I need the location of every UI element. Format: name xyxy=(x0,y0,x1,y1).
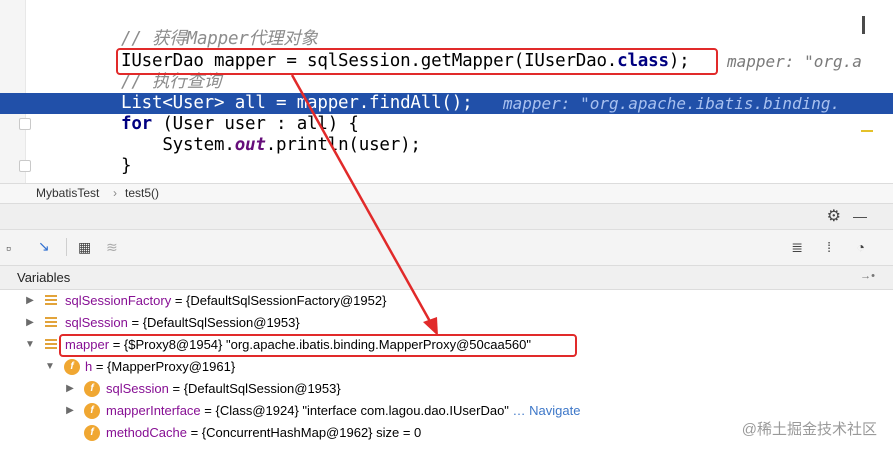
variable-row[interactable]: ▶ f sqlSession = {DefaultSqlSession@1953… xyxy=(0,378,893,400)
field-icon: f xyxy=(64,359,80,375)
frame-icon[interactable]: ▫ xyxy=(6,240,11,256)
restore-layout-icon[interactable]: ◔ xyxy=(857,239,865,255)
navigate-link[interactable]: … Navigate xyxy=(509,403,581,418)
breadcrumb-separator: › xyxy=(113,186,117,200)
trace-icon[interactable]: ≋ xyxy=(106,239,118,255)
pin-icon[interactable]: →• xyxy=(860,270,875,282)
inline-debug-value: mapper: "org.apache.ibatis.binding. xyxy=(503,94,841,113)
threads-icon[interactable]: ⁞ xyxy=(827,239,831,255)
variable-text: sqlSession = {DefaultSqlSession@1953} xyxy=(65,315,300,330)
variable-text: h = {MapperProxy@1961} xyxy=(85,359,236,374)
toolbar-divider xyxy=(66,238,67,256)
debug-toolbar: ▫ ↘ ▦ ≋ ≣ ⁞ ◔ xyxy=(0,230,893,266)
breadcrumb-method[interactable]: test5() xyxy=(125,184,159,203)
variable-icon xyxy=(45,295,57,307)
variable-row-h[interactable]: ▼ f h = {MapperProxy@1961} xyxy=(0,356,893,378)
field-icon: f xyxy=(84,425,100,441)
editor-scroll-marker[interactable] xyxy=(862,16,865,34)
field-icon: f xyxy=(84,403,100,419)
variable-text: sqlSessionFactory = {DefaultSqlSessionFa… xyxy=(65,293,387,308)
collapse-arrow-icon[interactable]: ▼ xyxy=(24,334,36,356)
expand-arrow-icon[interactable]: ▶ xyxy=(64,400,76,422)
list-icon[interactable]: ≣ xyxy=(791,239,803,255)
code-comment: // 执行查询 xyxy=(121,72,222,92)
variable-text: mapperInterface = {Class@1924} "interfac… xyxy=(106,403,581,418)
step-into-icon[interactable]: ↘ xyxy=(38,238,50,254)
field-icon: f xyxy=(84,381,100,397)
code-text: List<User> all = mapper.findAll(); xyxy=(121,93,473,113)
code-text: } xyxy=(121,156,132,176)
expand-arrow-icon[interactable]: ▶ xyxy=(24,290,36,312)
debug-panel-header: ⚙ — xyxy=(0,204,893,230)
collapse-arrow-icon[interactable]: ▼ xyxy=(44,356,56,378)
code-line-comment: // 获得Mapper代理对象 xyxy=(0,29,893,50)
evaluate-table-icon[interactable]: ▦ xyxy=(78,239,91,255)
minimize-icon[interactable]: — xyxy=(853,208,867,224)
code-line-println: System.out.println(user); xyxy=(0,135,893,156)
inline-debug-value: mapper: "org.a xyxy=(727,52,862,71)
code-line-close-brace: } xyxy=(0,156,893,177)
code-text: for (User user : all) { xyxy=(121,114,359,134)
variable-row[interactable]: ▶ sqlSession = {DefaultSqlSession@1953} xyxy=(0,312,893,334)
code-comment: // 获得Mapper代理对象 xyxy=(121,29,318,49)
breadcrumb: MybatisTest › test5() xyxy=(0,183,893,204)
expand-arrow-icon[interactable]: ▶ xyxy=(64,378,76,400)
gear-icon[interactable]: ⚙ xyxy=(827,209,841,225)
code-text: System.out.println(user); xyxy=(121,135,421,155)
highlight-box-code xyxy=(116,48,718,75)
variable-icon xyxy=(45,339,57,351)
execution-point-line: List<User> all = mapper.findAll(); mappe… xyxy=(0,93,893,114)
variable-text: sqlSession = {DefaultSqlSession@1953} xyxy=(106,381,341,396)
expand-arrow-icon[interactable]: ▶ xyxy=(24,312,36,334)
code-line-comment: // 执行查询 xyxy=(0,72,893,93)
variables-header: Variables →• xyxy=(0,266,893,290)
breadcrumb-class[interactable]: MybatisTest xyxy=(36,184,99,203)
variable-icon xyxy=(45,317,57,329)
highlight-box-variable xyxy=(59,334,577,357)
variable-row[interactable]: ▶ sqlSessionFactory = {DefaultSqlSession… xyxy=(0,290,893,312)
watermark-text: @稀土掘金技术社区 xyxy=(741,421,877,438)
warning-marker-icon xyxy=(861,130,873,132)
code-line-for: for (User user : all) { xyxy=(0,114,893,135)
variables-title: Variables xyxy=(17,270,71,285)
code-editor[interactable]: // 获得Mapper代理对象 IUserDao mapper = sqlSes… xyxy=(0,0,893,183)
variable-text: methodCache = {ConcurrentHashMap@1962} s… xyxy=(106,425,422,440)
